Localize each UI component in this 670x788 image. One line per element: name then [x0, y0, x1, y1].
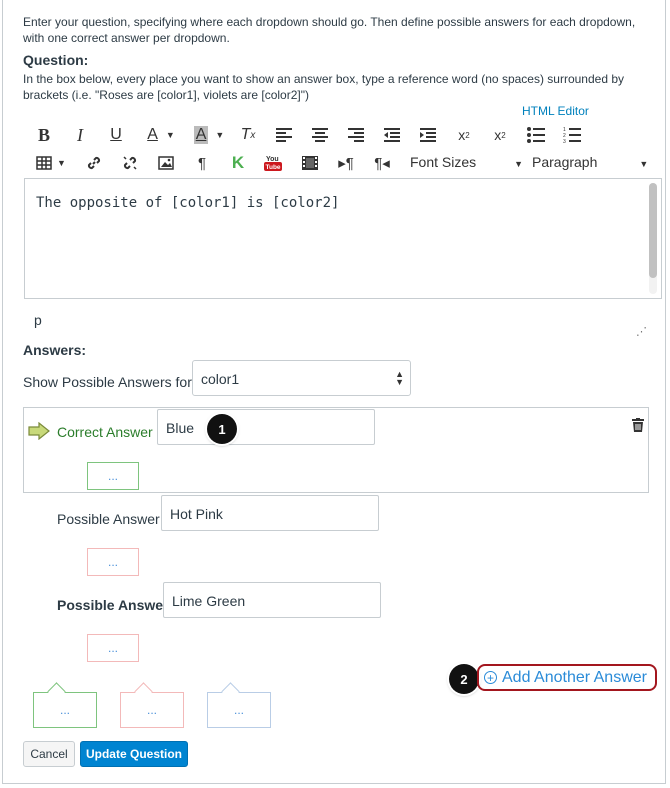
correct-comment-bubble[interactable]: ... [33, 692, 97, 728]
answer-variable-select[interactable]: color1 ▲ ▼ [192, 360, 411, 396]
add-another-answer-button[interactable]: + Add Another Answer [477, 664, 657, 691]
correct-answer-input[interactable]: Blue [157, 409, 375, 445]
answers-label: Answers: [23, 342, 87, 358]
editor-path: p [34, 312, 42, 328]
correct-answer-arrow-icon [28, 421, 50, 445]
trash-icon[interactable] [632, 418, 644, 437]
link-icon[interactable] [84, 151, 104, 175]
possible-answer-comment-button-1[interactable]: ... [87, 548, 139, 576]
svg-text:3: 3 [563, 139, 566, 143]
background-color-icon[interactable]: A ▼ [190, 123, 228, 147]
html-editor-link[interactable]: HTML Editor [522, 104, 589, 118]
correct-answer-label: Correct Answer [57, 424, 153, 440]
possible-answer-input-2[interactable]: Lime Green [163, 582, 381, 618]
italic-icon[interactable]: I [70, 123, 90, 147]
image-icon[interactable] [156, 151, 176, 175]
numbered-list-icon[interactable]: 123 [562, 123, 582, 147]
possible-answer-label-1: Possible Answer [57, 511, 160, 527]
kaltura-icon[interactable]: K [228, 151, 248, 175]
neutral-comment-bubble[interactable]: ... [207, 692, 271, 728]
text-color-icon[interactable]: A ▼ [142, 123, 180, 147]
question-label: Question: [23, 52, 89, 68]
subscript-icon[interactable]: x2 [490, 123, 510, 147]
editor-scrollbar[interactable] [649, 183, 657, 294]
bullet-list-icon[interactable] [526, 123, 546, 147]
align-left-icon[interactable] [274, 123, 294, 147]
resize-handle-icon[interactable]: ⋰ [636, 325, 647, 338]
font-sizes-dropdown[interactable]: Font Sizes ▼ [410, 154, 523, 170]
show-answers-for-label: Show Possible Answers for [23, 374, 192, 390]
outdent-icon[interactable] [382, 123, 402, 147]
svg-text:You: You [266, 156, 279, 163]
table-icon[interactable]: ▼ [34, 151, 68, 175]
align-center-icon[interactable] [310, 123, 330, 147]
question-editor[interactable]: The opposite of [color1] is [color2] [24, 178, 662, 299]
select-arrows-icon: ▲ ▼ [395, 369, 404, 387]
question-help-text: In the box below, every place you want t… [23, 72, 625, 102]
media-icon[interactable] [300, 151, 320, 175]
cancel-button[interactable]: Cancel [23, 741, 75, 767]
possible-answer-input-1[interactable]: Hot Pink [161, 495, 379, 531]
unlink-icon[interactable] [120, 151, 140, 175]
step-badge-1: 1 [207, 414, 237, 444]
indent-icon[interactable] [418, 123, 438, 147]
bold-icon[interactable]: B [34, 123, 54, 147]
wrong-comment-bubble[interactable]: ... [120, 692, 184, 728]
possible-answer-label-2: Possible Answer [57, 597, 169, 613]
underline-icon[interactable]: U [106, 123, 126, 147]
editor-content[interactable]: The opposite of [color1] is [color2] [36, 195, 339, 211]
rtl-icon[interactable]: ¶◂ [372, 151, 392, 175]
align-right-icon[interactable] [346, 123, 366, 147]
instructions-text: Enter your question, specifying where ea… [23, 15, 636, 45]
possible-answer-comment-button-2[interactable]: ... [87, 634, 139, 662]
step-badge-2: 2 [449, 664, 479, 694]
update-question-button[interactable]: Update Question [80, 741, 188, 767]
editor-scrollbar-thumb[interactable] [649, 183, 657, 278]
paragraph-dropdown[interactable]: Paragraph ▼ [532, 154, 648, 170]
correct-answer-comment-button[interactable]: ... [87, 462, 139, 490]
add-circle-icon: + [484, 671, 497, 684]
pilcrow-icon[interactable]: ¶ [192, 151, 212, 175]
clear-formatting-icon[interactable]: Tx [238, 123, 258, 147]
ltr-icon[interactable]: ▸¶ [336, 151, 356, 175]
svg-text:Tube: Tube [266, 164, 281, 171]
superscript-icon[interactable]: x2 [454, 123, 474, 147]
youtube-icon[interactable]: You Tube [262, 151, 284, 175]
